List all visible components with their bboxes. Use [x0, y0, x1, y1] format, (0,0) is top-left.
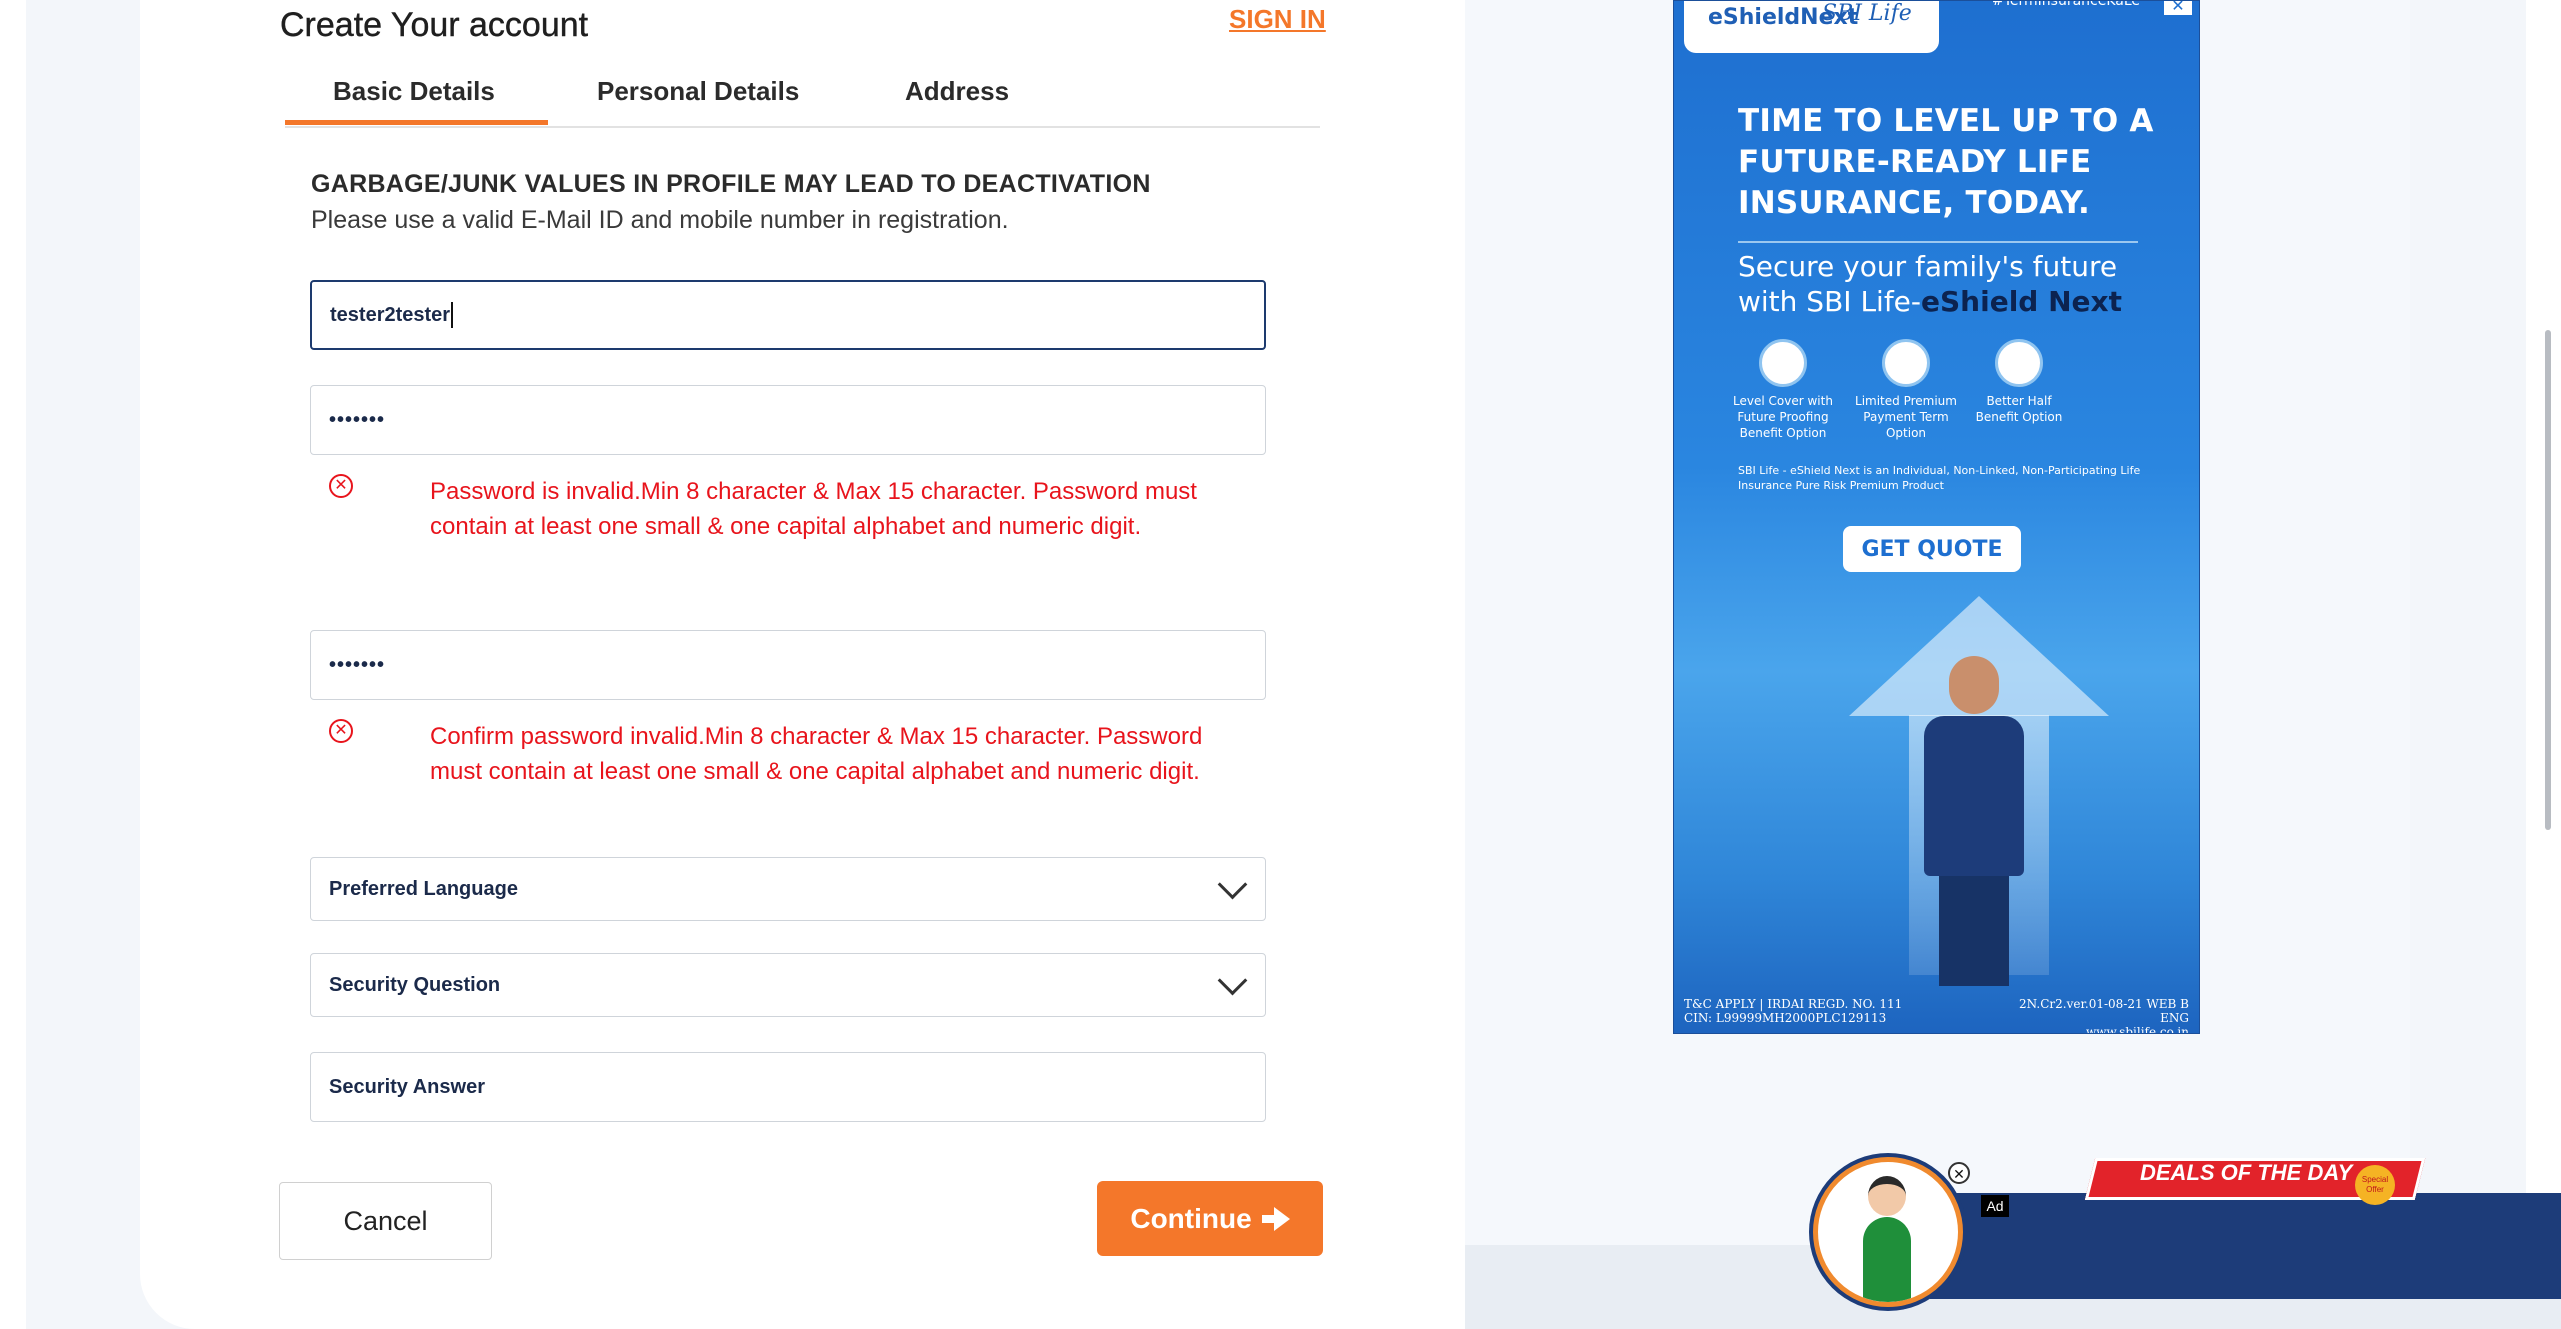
get-quote-button[interactable]: GET QUOTE — [1843, 526, 2021, 572]
ad-model-image — [1924, 656, 2024, 986]
ad-feature-3-label: Better Half Benefit Option — [1975, 394, 2063, 424]
sbi-life-advertisement[interactable]: eShieldNext SBI Life #TermInsuranceKaLe … — [1673, 0, 2200, 1034]
shield-icon — [1759, 339, 1807, 387]
password-value: ••••••• — [329, 408, 386, 431]
security-answer-input[interactable]: Security Answer — [310, 1052, 1266, 1122]
security-question-select[interactable]: Security Question — [310, 953, 1266, 1017]
arrow-right-icon — [1261, 1206, 1290, 1231]
cancel-button[interactable]: Cancel — [279, 1182, 492, 1260]
username-input[interactable]: tester2tester — [310, 280, 1266, 350]
active-tab-indicator — [285, 120, 548, 125]
preferred-language-label: Preferred Language — [329, 877, 518, 900]
password-error-message: Password is invalid.Min 8 character & Ma… — [430, 478, 1197, 540]
mascot-head — [1868, 1176, 1906, 1216]
ad-headline: TIME TO LEVEL UP TO A FUTURE-READY LIFE … — [1738, 103, 2154, 221]
ad-badge: Ad — [1981, 1195, 2009, 1217]
warning-subtitle: Please use a valid E-Mail ID and mobile … — [311, 206, 1009, 234]
tab-personal-details[interactable]: Personal Details — [597, 76, 799, 107]
mascot-avatar[interactable] — [1813, 1157, 1963, 1307]
scrollbar-thumb[interactable] — [2545, 330, 2551, 830]
password-error-icon: ✕ — [329, 474, 353, 498]
continue-label: Continue — [1130, 1202, 1252, 1234]
confirm-password-error-icon: ✕ — [329, 719, 353, 743]
ad-hashtag: #TermInsuranceKaLe — [1992, 0, 2141, 9]
sbi-life-logo: SBI Life — [1822, 1, 1912, 26]
payment-icon — [1882, 339, 1930, 387]
deals-banner[interactable] — [1930, 1193, 2561, 1299]
confirm-password-error-message: Confirm password invalid.Min 8 character… — [430, 723, 1203, 785]
tab-address[interactable]: Address — [905, 76, 1009, 107]
security-answer-placeholder: Security Answer — [329, 1075, 485, 1098]
text-cursor — [451, 302, 454, 328]
deals-of-the-day-text: DEALS OF THE DAY — [2140, 1160, 2353, 1185]
couple-icon — [1995, 339, 2043, 387]
ad-logo-box: eShieldNext SBI Life — [1684, 1, 1939, 53]
special-offer-badge: Special Offer — [2355, 1165, 2395, 1205]
mascot-body — [1863, 1217, 1911, 1302]
username-value: tester2tester — [330, 303, 451, 326]
security-question-label: Security Question — [329, 973, 501, 996]
ad-footer-left: T&C APPLY | IRDAI REGD. NO. 111 CIN: L99… — [1684, 997, 1903, 1025]
ad-feature-1-label: Level Cover with Future Proofing Benefit… — [1733, 394, 1833, 440]
tab-basic-details[interactable]: Basic Details — [333, 76, 495, 107]
ad-feature-3: Better Half Benefit Option — [1964, 339, 2074, 425]
password-input[interactable]: ••••••• — [310, 385, 1266, 455]
continue-button[interactable]: Continue — [1097, 1181, 1323, 1256]
registration-tabs: Basic Details Personal Details Address — [285, 70, 1320, 128]
sign-in-link[interactable]: SIGN IN — [1229, 4, 1326, 35]
ad-divider — [1738, 241, 2138, 243]
ad-sub-product: eShield Next — [1921, 285, 2122, 318]
warning-title: GARBAGE/JUNK VALUES IN PROFILE MAY LEAD … — [311, 170, 1151, 198]
ad-feature-2: Limited Premium Payment Term Option — [1851, 339, 1961, 441]
confirm-password-input[interactable]: ••••••• — [310, 630, 1266, 700]
ad-fine-print: SBI Life - eShield Next is an Individual… — [1738, 464, 2141, 492]
confirm-password-value: ••••••• — [329, 653, 386, 676]
page-title: Create Your account — [280, 6, 589, 44]
ad-footer-right: 2N.Cr2.ver.01-08-21 WEB B ENG www.sbilif… — [2019, 997, 2189, 1034]
chevron-down-icon — [1217, 965, 1248, 995]
ad-close-icon[interactable]: ✕ — [2164, 1, 2192, 15]
ad-feature-2-label: Limited Premium Payment Term Option — [1855, 394, 1957, 440]
ad-subheadline: Secure your family's future with SBI Lif… — [1738, 249, 2158, 319]
chevron-down-icon — [1217, 869, 1248, 899]
preferred-language-select[interactable]: Preferred Language — [310, 857, 1266, 921]
close-icon[interactable]: ✕ — [1948, 1162, 1970, 1184]
ad-feature-1: Level Cover with Future Proofing Benefit… — [1728, 339, 1838, 441]
